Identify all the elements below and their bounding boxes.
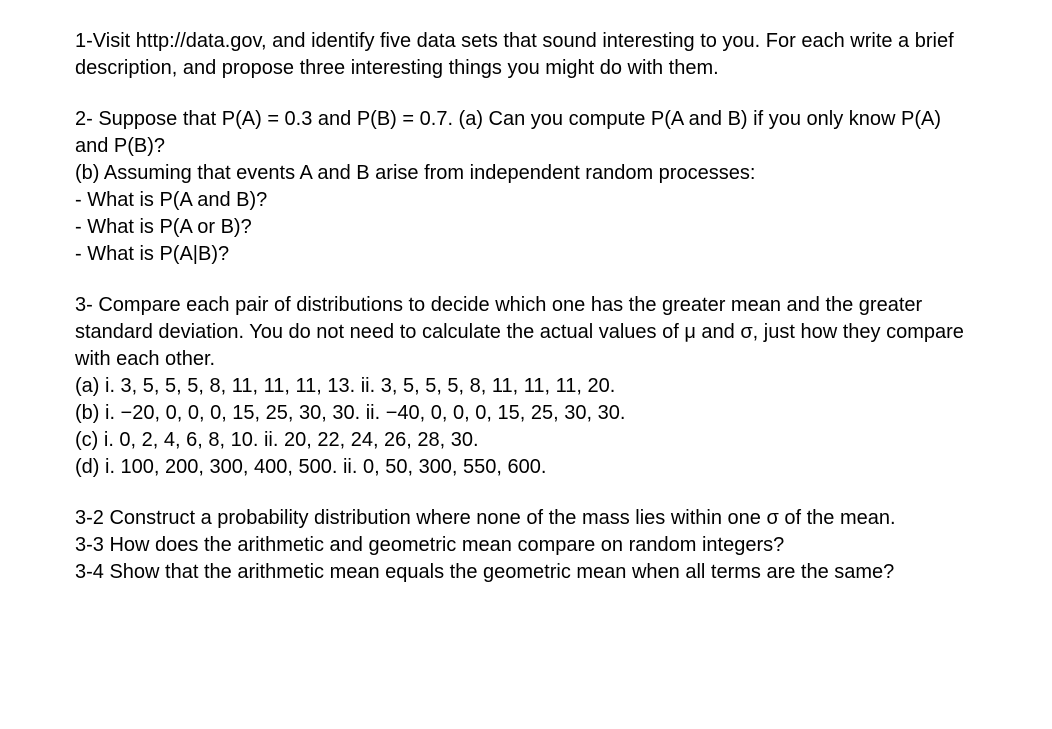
question-3-4: 3-4 Show that the arithmetic mean equals… bbox=[75, 559, 977, 586]
question-2: 2- Suppose that P(A) = 0.3 and P(B) = 0.… bbox=[75, 106, 977, 268]
question-3-d: (d) i. 100, 200, 300, 400, 500. ii. 0, 5… bbox=[75, 454, 977, 481]
question-1: 1-Visit http://data.gov, and identify fi… bbox=[75, 28, 977, 82]
question-2-b-intro: (b) Assuming that events A and B arise f… bbox=[75, 160, 977, 187]
question-2-b1: - What is P(A and B)? bbox=[75, 187, 977, 214]
question-1-text: 1-Visit http://data.gov, and identify fi… bbox=[75, 28, 977, 82]
question-3-intro: 3- Compare each pair of distributions to… bbox=[75, 292, 977, 373]
question-3-c: (c) i. 0, 2, 4, 6, 8, 10. ii. 20, 22, 24… bbox=[75, 427, 977, 454]
question-3-extra: 3-2 Construct a probability distribution… bbox=[75, 505, 977, 586]
question-2-b3: - What is P(A|B)? bbox=[75, 241, 977, 268]
question-3-2: 3-2 Construct a probability distribution… bbox=[75, 505, 977, 532]
question-3-3: 3-3 How does the arithmetic and geometri… bbox=[75, 532, 977, 559]
question-2-intro: 2- Suppose that P(A) = 0.3 and P(B) = 0.… bbox=[75, 106, 977, 160]
question-3-b: (b) i. −20, 0, 0, 0, 15, 25, 30, 30. ii.… bbox=[75, 400, 977, 427]
question-3-a: (a) i. 3, 5, 5, 5, 8, 11, 11, 11, 13. ii… bbox=[75, 373, 977, 400]
question-3: 3- Compare each pair of distributions to… bbox=[75, 292, 977, 481]
question-2-b2: - What is P(A or B)? bbox=[75, 214, 977, 241]
